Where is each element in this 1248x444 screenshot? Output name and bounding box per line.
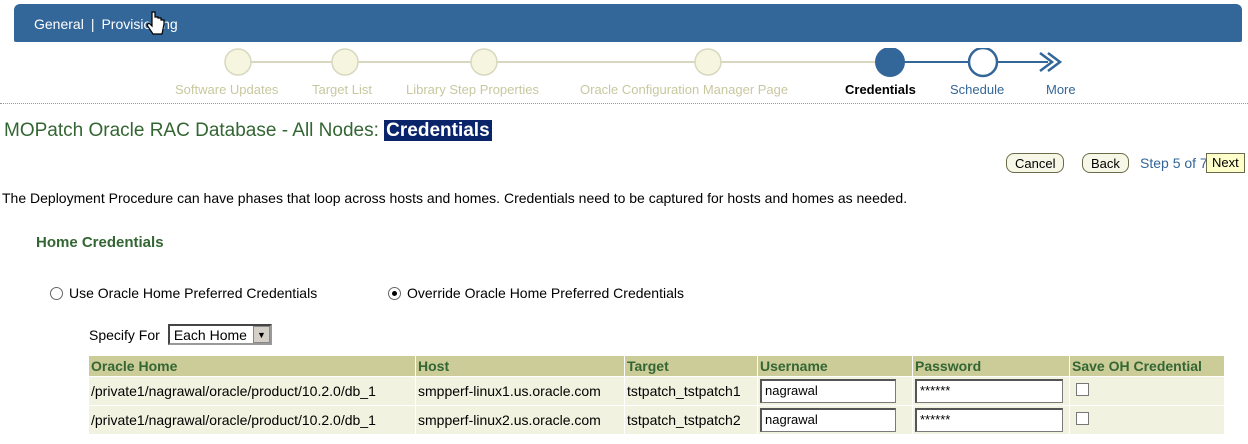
col-username: Username <box>757 355 913 377</box>
step-icon-library-step <box>470 48 498 76</box>
step-icon-software-updates <box>224 48 252 76</box>
page-title-highlight: Credentials <box>384 120 492 141</box>
override-preferred-label: Override Oracle Home Preferred Credentia… <box>407 285 684 301</box>
table-row: /private1/nagrawal/oracle/product/10.2.0… <box>88 376 1225 406</box>
step-icon-schedule <box>967 48 999 78</box>
password-input[interactable]: ****** <box>915 379 1063 403</box>
cell-oracle-home: /private1/nagrawal/oracle/product/10.2.0… <box>88 376 416 406</box>
cell-oracle-home: /private1/nagrawal/oracle/product/10.2.0… <box>88 405 416 435</box>
step-oracle-configuration-manager[interactable]: Oracle Configuration Manager Page <box>580 82 788 97</box>
col-host: Host <box>415 355 625 377</box>
step-icon-ocm-page <box>694 48 722 76</box>
cell-host: smpperf-linux1.us.oracle.com <box>415 376 625 406</box>
step-icon-credentials <box>875 48 905 77</box>
col-save-oh-credential: Save OH Credential <box>1069 355 1225 377</box>
train-divider <box>0 103 1248 104</box>
step-more[interactable]: More <box>1046 82 1076 97</box>
save-oh-credential-checkbox[interactable] <box>1076 412 1089 425</box>
username-input[interactable]: nagrawal <box>760 379 896 403</box>
tab-general[interactable]: General <box>34 16 84 32</box>
home-credentials-header: Home Credentials <box>36 234 164 251</box>
specify-for-value: Each Home <box>173 326 247 343</box>
col-target: Target <box>624 355 758 377</box>
hand-cursor-icon <box>146 11 165 35</box>
specify-for-row: Specify For Each Home ▼ <box>89 324 272 345</box>
cell-target: tstpatch_tstpatch2 <box>624 405 758 435</box>
page-description: The Deployment Procedure can have phases… <box>2 190 908 206</box>
page-title-prefix: MOPatch Oracle RAC Database - All Nodes: <box>4 120 385 141</box>
save-oh-credential-checkbox[interactable] <box>1076 383 1089 396</box>
step-library-step-properties[interactable]: Library Step Properties <box>406 82 539 97</box>
username-input[interactable]: nagrawal <box>760 408 896 432</box>
col-password: Password <box>912 355 1070 377</box>
step-credentials: Credentials <box>845 82 916 97</box>
table-row: /private1/nagrawal/oracle/product/10.2.0… <box>88 405 1225 435</box>
override-preferred-radio[interactable] <box>388 286 401 300</box>
password-input[interactable]: ****** <box>915 408 1063 432</box>
use-preferred-radio[interactable] <box>50 286 63 300</box>
use-preferred-option[interactable]: Use Oracle Home Preferred Credentials <box>50 285 317 301</box>
use-preferred-label: Use Oracle Home Preferred Credentials <box>69 285 318 301</box>
specify-for-select[interactable]: Each Home ▼ <box>167 324 272 345</box>
tab-separator: | <box>90 16 95 32</box>
step-schedule[interactable]: Schedule <box>950 82 1004 97</box>
step-icon-target-list <box>331 48 359 76</box>
home-credentials-table: Oracle Home Host Target Username Passwor… <box>88 355 1225 435</box>
table-header-row: Oracle Home Host Target Username Passwor… <box>88 355 1225 377</box>
page-title: MOPatch Oracle RAC Database - All Nodes:… <box>4 120 492 142</box>
step-info: Step 5 of 7 <box>1140 155 1208 171</box>
override-preferred-option[interactable]: Override Oracle Home Preferred Credentia… <box>388 285 684 301</box>
dropdown-arrow-icon[interactable]: ▼ <box>252 326 270 343</box>
specify-for-label: Specify For <box>89 326 160 343</box>
cell-target: tstpatch_tstpatch1 <box>624 376 758 406</box>
cancel-button[interactable]: Cancel <box>1006 153 1065 173</box>
next-button[interactable]: Next <box>1206 153 1245 173</box>
cell-host: smpperf-linux2.us.oracle.com <box>415 405 625 435</box>
global-tab-bar: General | Provisioning <box>14 4 1242 42</box>
back-button[interactable]: Back <box>1082 153 1129 173</box>
col-oracle-home: Oracle Home <box>88 355 416 377</box>
step-software-updates[interactable]: Software Updates <box>175 82 278 97</box>
step-train: Software Updates Target List Library Ste… <box>0 48 1248 108</box>
step-target-list[interactable]: Target List <box>312 82 372 97</box>
